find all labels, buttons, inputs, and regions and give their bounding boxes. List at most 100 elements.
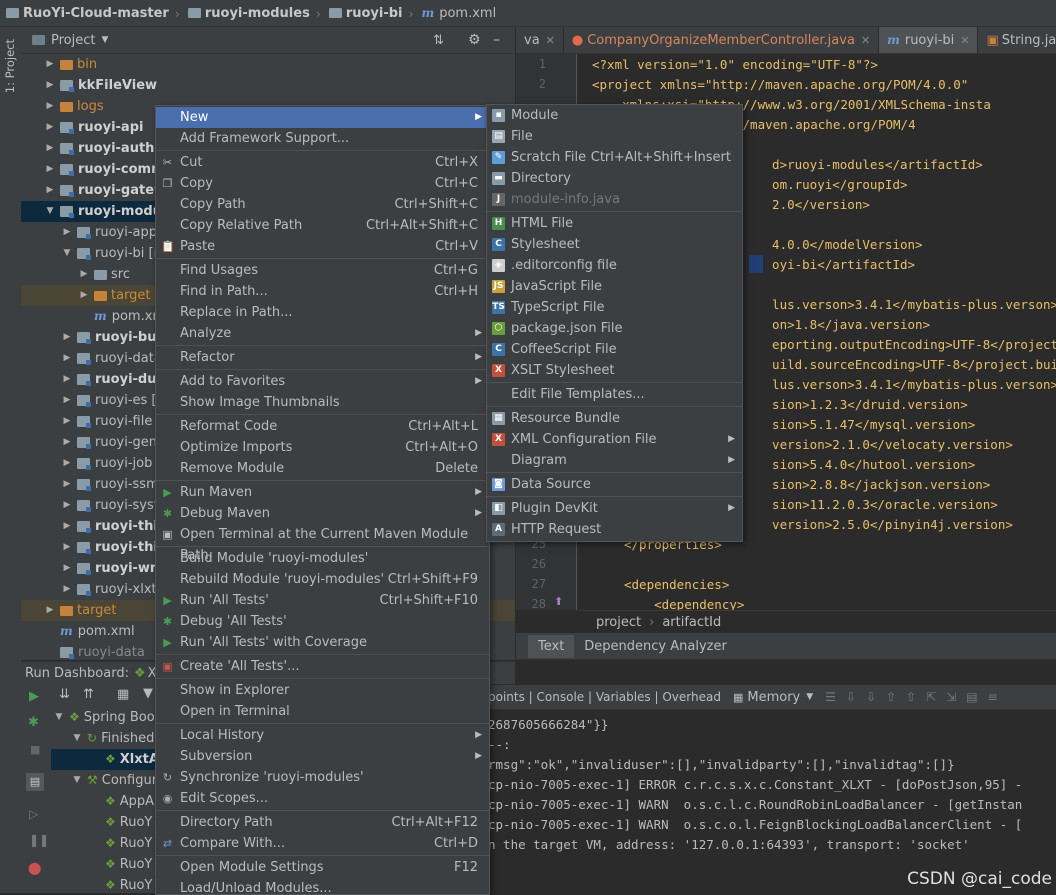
tab-string-java[interactable]: ▣String.java✕ xyxy=(978,27,1056,53)
menu-item-edit-scopes[interactable]: ◉ Edit Scopes... xyxy=(156,788,489,809)
collapsed-arrow-icon[interactable]: ▶ xyxy=(61,495,73,516)
collapsed-arrow-icon[interactable]: ▶ xyxy=(61,579,73,600)
submenu-item-typescript-file[interactable]: TS TypeScript File xyxy=(487,297,742,318)
menu-item-debug-maven[interactable]: ✱ Debug Maven ▶ xyxy=(156,503,489,524)
menu-item-show-in-explorer[interactable]: Show in Explorer xyxy=(156,680,489,701)
override-marker-icon[interactable]: ⬆ xyxy=(554,595,563,608)
submenu-item-stylesheet[interactable]: C Stylesheet xyxy=(487,234,742,255)
tab-partial[interactable]: va ✕ xyxy=(516,27,564,53)
close-icon[interactable]: ✕ xyxy=(546,34,555,47)
menu-item-optimize-imports[interactable]: Optimize Imports Ctrl+Alt+O xyxy=(156,437,489,458)
collapsed-arrow-icon[interactable]: ▶ xyxy=(78,285,90,306)
collapsed-arrow-icon[interactable]: ▶ xyxy=(44,159,56,180)
menu-item-rebuild-module-ruoyi-modules[interactable]: Rebuild Module 'ruoyi-modules' Ctrl+Shift… xyxy=(156,569,489,590)
menu-item-analyze[interactable]: Analyze ▶ xyxy=(156,323,489,344)
collapsed-arrow-icon[interactable]: ▶ xyxy=(78,264,90,285)
submenu-item-plugin-devkit[interactable]: ◧ Plugin DevKit ▶ xyxy=(487,498,742,519)
collapsed-arrow-icon[interactable]: ▶ xyxy=(61,516,73,537)
menu-item-find-usages[interactable]: Find Usages Ctrl+G xyxy=(156,260,489,281)
expand-all-icon[interactable]: ⇊ xyxy=(59,687,70,702)
submenu-item-package-json-file[interactable]: ⬡ package.json File xyxy=(487,318,742,339)
submenu-item-diagram[interactable]: Diagram ▶ xyxy=(487,450,742,471)
expanded-arrow-icon[interactable]: ▼ xyxy=(44,201,56,222)
tab-text[interactable]: Text xyxy=(528,634,575,658)
menu-item-run-all-tests[interactable]: ▶ Run 'All Tests' Ctrl+Shift+F10 xyxy=(156,590,489,611)
tree-item[interactable]: ▶ bin xyxy=(21,54,515,75)
menu-item-copy-path[interactable]: Copy Path Ctrl+Shift+C xyxy=(156,194,489,215)
submenu-item-editorconfig-file[interactable]: ◈ .editorconfig file xyxy=(487,255,742,276)
nav-crumb-pom[interactable]: m pom.xml xyxy=(416,6,501,21)
submenu-item-data-source[interactable]: ◙ Data Source xyxy=(487,474,742,495)
submenu-item-resource-bundle[interactable]: ▦ Resource Bundle xyxy=(487,408,742,429)
group-icon[interactable]: ▦ xyxy=(117,687,129,702)
collapsed-arrow-icon[interactable]: ▶ xyxy=(61,537,73,558)
submenu-item-javascript-file[interactable]: JS JavaScript File xyxy=(487,276,742,297)
collapsed-arrow-icon[interactable]: ▶ xyxy=(61,411,73,432)
menu-item-add-to-favorites[interactable]: Add to Favorites ▶ xyxy=(156,371,489,392)
menu-item-copy-relative-path[interactable]: Copy Relative Path Ctrl+Alt+Shift+C xyxy=(156,215,489,236)
collapsed-arrow-icon[interactable]: ▶ xyxy=(44,138,56,159)
menu-item-copy[interactable]: ❐ Copy Ctrl+C xyxy=(156,173,489,194)
expanded-arrow-icon[interactable]: ▼ xyxy=(53,707,65,728)
hide-icon[interactable]: – xyxy=(493,32,500,48)
run-icon[interactable]: ▶ xyxy=(29,689,39,704)
menu-item-open-in-terminal[interactable]: Open in Terminal xyxy=(156,701,489,722)
restart-icon[interactable]: ⬤ xyxy=(28,861,41,875)
menu-item-run-maven[interactable]: ▶ Run Maven ▶ xyxy=(156,482,489,503)
collapsed-arrow-icon[interactable]: ▶ xyxy=(44,180,56,201)
collapsed-arrow-icon[interactable]: ▶ xyxy=(61,390,73,411)
menu-item-create-all-tests[interactable]: ▣ Create 'All Tests'... xyxy=(156,656,489,677)
menu-item-paste[interactable]: 📋 Paste Ctrl+V xyxy=(156,236,489,257)
menu-item-load-unload-modules[interactable]: Load/Unload Modules... xyxy=(156,878,489,894)
submenu-item-edit-file-templates[interactable]: Edit File Templates... xyxy=(487,384,742,405)
menu-item-cut[interactable]: ✂ Cut Ctrl+X xyxy=(156,152,489,173)
nav-crumb-bi[interactable]: ruoyi-bi xyxy=(323,6,407,21)
tree-item[interactable]: ▶ kkFileView xyxy=(21,75,515,96)
menu-item-reformat-code[interactable]: Reformat Code Ctrl+Alt+L xyxy=(156,416,489,437)
submenu-item-file[interactable]: ▤ File xyxy=(487,126,742,147)
chevron-down-icon[interactable]: ▼ xyxy=(101,35,108,45)
collapsed-arrow-icon[interactable]: ▶ xyxy=(44,117,56,138)
submenu-item-directory[interactable]: ▬ Directory xyxy=(487,168,742,189)
submenu-item-scratch-file[interactable]: ✎ Scratch File Ctrl+Alt+Shift+Insert xyxy=(487,147,742,168)
close-icon[interactable]: ✕ xyxy=(861,34,870,47)
collapse-all-icon[interactable]: ⇈ xyxy=(83,687,94,702)
tab-ruoyi-bi[interactable]: m ruoyi-bi ✕ xyxy=(879,27,979,53)
menu-item-show-image-thumbnails[interactable]: Show Image Thumbnails xyxy=(156,392,489,413)
debug-icon[interactable]: ✱ xyxy=(28,715,39,730)
stop-icon[interactable]: ■ xyxy=(30,743,40,756)
submenu-item-html-file[interactable]: H HTML File xyxy=(487,213,742,234)
chevron-down-icon[interactable]: ▼ xyxy=(806,692,813,702)
gear-icon[interactable]: ⚙ xyxy=(468,32,481,48)
menu-item-open-terminal-at-the-current-maven-module-path[interactable]: ▣ Open Terminal at the Current Maven Modu… xyxy=(156,524,489,563)
layout-icon[interactable]: ▤ xyxy=(26,773,44,791)
menu-item-add-framework-support[interactable]: Add Framework Support... xyxy=(156,128,489,149)
menu-item-directory-path[interactable]: Directory Path Ctrl+Alt+F12 xyxy=(156,812,489,833)
collapsed-arrow-icon[interactable]: ▶ xyxy=(44,75,56,96)
expanded-arrow-icon[interactable]: ▼ xyxy=(71,728,83,749)
collapsed-arrow-icon[interactable]: ▶ xyxy=(61,369,73,390)
collapsed-arrow-icon[interactable]: ▶ xyxy=(61,453,73,474)
collapsed-arrow-icon[interactable]: ▶ xyxy=(61,327,73,348)
filter-icon[interactable]: ▼ xyxy=(143,686,153,701)
menu-item-debug-all-tests[interactable]: ✱ Debug 'All Tests' xyxy=(156,611,489,632)
breadcrumb-item[interactable]: project xyxy=(596,615,641,630)
close-icon[interactable]: ✕ xyxy=(960,34,969,47)
submenu-item-http-request[interactable]: A HTTP Request xyxy=(487,519,742,540)
collapsed-arrow-icon[interactable]: ▶ xyxy=(61,558,73,579)
collapsed-arrow-icon[interactable]: ▶ xyxy=(44,96,56,117)
expanded-arrow-icon[interactable]: ▼ xyxy=(71,770,83,791)
collapse-all-icon[interactable]: ⇅ xyxy=(433,33,444,48)
menu-item-replace-in-path[interactable]: Replace in Path... xyxy=(156,302,489,323)
pause-icon[interactable]: ❚❚ xyxy=(29,833,49,847)
collapsed-arrow-icon[interactable]: ▶ xyxy=(44,54,56,75)
submenu-item-module[interactable]: ▪ Module xyxy=(487,105,742,126)
nav-crumb-modules[interactable]: ruoyi-modules xyxy=(182,6,314,21)
menu-item-local-history[interactable]: Local History ▶ xyxy=(156,725,489,746)
collapsed-arrow-icon[interactable]: ▶ xyxy=(61,348,73,369)
console-output[interactable]: 2687605666284"}} --: rmsg":"ok","invalidus… xyxy=(486,710,1056,893)
menu-item-open-module-settings[interactable]: Open Module Settings F12 xyxy=(156,857,489,878)
menu-item-run-all-tests-with-coverage[interactable]: ▶ Run 'All Tests' with Coverage xyxy=(156,632,489,653)
tab-dependency-analyzer[interactable]: Dependency Analyzer xyxy=(574,635,737,658)
menu-item-build-module-ruoyi-modules[interactable]: Build Module 'ruoyi-modules' xyxy=(156,548,489,569)
